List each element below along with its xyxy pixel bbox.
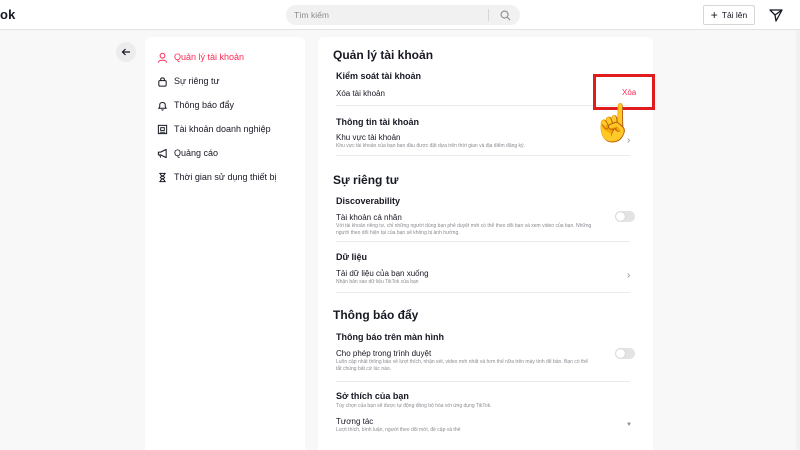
inbox-button[interactable] bbox=[769, 8, 783, 22]
chevron-right-icon[interactable]: › bbox=[627, 270, 630, 281]
pointing-hand-icon: ☝️ bbox=[591, 102, 636, 143]
group-title-discoverability: Discoverability bbox=[336, 196, 401, 206]
user-icon bbox=[156, 51, 168, 63]
arrow-left-icon bbox=[121, 48, 130, 56]
sidebar-item-screen-time[interactable]: Thời gian sử dụng thiết bị bbox=[145, 165, 305, 189]
bell-icon bbox=[156, 99, 168, 111]
back-button[interactable] bbox=[116, 42, 136, 62]
interactions-description: Lượt thích, bình luận, người theo dõi mớ… bbox=[336, 427, 461, 433]
search-box bbox=[286, 5, 520, 25]
top-bar: ok + Tải lên bbox=[0, 0, 800, 30]
sidebar-item-account[interactable]: Quản lý tài khoản bbox=[145, 45, 305, 69]
region-label[interactable]: Khu vực tài khoản bbox=[336, 133, 401, 142]
search-input[interactable] bbox=[294, 5, 489, 25]
settings-sidebar: Quản lý tài khoản Sự riêng tư Thông báo … bbox=[145, 37, 305, 450]
section-title-account: Quản lý tài khoản bbox=[333, 48, 434, 62]
sidebar-item-label: Quảng cáo bbox=[174, 148, 219, 158]
group-title-info: Thông tin tài khoản bbox=[336, 117, 419, 127]
private-account-toggle[interactable] bbox=[615, 211, 635, 222]
browser-notifications-label: Cho phép trong trình duyệt bbox=[336, 349, 432, 358]
sidebar-item-label: Thời gian sử dụng thiết bị bbox=[174, 172, 277, 182]
caret-down-icon[interactable]: ▼ bbox=[626, 422, 632, 428]
divider bbox=[336, 241, 630, 242]
hourglass-icon bbox=[156, 171, 168, 183]
divider bbox=[336, 381, 630, 382]
divider bbox=[336, 155, 630, 156]
private-account-description: Với tài khoản riêng tư, chỉ những người … bbox=[336, 223, 592, 236]
browser-notifications-description: Luôn cập nhật thông báo về lượt thích, n… bbox=[336, 359, 588, 372]
sidebar-item-label: Quản lý tài khoản bbox=[174, 52, 245, 62]
sidebar-item-push[interactable]: Thông báo đẩy bbox=[145, 93, 305, 117]
group-title-control: Kiểm soát tài khoản bbox=[336, 71, 422, 81]
browser-notifications-toggle[interactable] bbox=[615, 348, 635, 359]
sidebar-item-label: Tài khoản doanh nghiệp bbox=[174, 124, 271, 134]
download-data-description: Nhận bản sao dữ liệu TikTok của bạn bbox=[336, 279, 419, 285]
business-icon bbox=[156, 123, 168, 135]
interactions-label[interactable]: Tương tác bbox=[336, 417, 373, 426]
sidebar-item-label: Sự riêng tư bbox=[174, 76, 220, 86]
group-title-data: Dữ liệu bbox=[336, 252, 368, 262]
divider bbox=[336, 292, 630, 293]
sidebar-item-business[interactable]: Tài khoản doanh nghiệp bbox=[145, 117, 305, 141]
section-title-privacy: Sự riêng tư bbox=[333, 173, 399, 187]
private-account-label: Tài khoản cá nhân bbox=[336, 213, 402, 222]
megaphone-icon bbox=[156, 147, 168, 159]
lock-icon bbox=[156, 75, 168, 87]
download-data-label[interactable]: Tải dữ liệu của bạn xuống bbox=[336, 269, 429, 278]
section-title-push: Thông báo đẩy bbox=[333, 308, 419, 322]
search-button[interactable] bbox=[495, 6, 515, 24]
preferences-description: Tùy chọn của bạn sẽ được tự động đồng bộ… bbox=[336, 403, 492, 409]
sidebar-item-privacy[interactable]: Sự riêng tư bbox=[145, 69, 305, 93]
delete-account-label: Xóa tài khoản bbox=[336, 89, 385, 98]
divider bbox=[336, 105, 630, 106]
region-description: Khu vực tài khoản của bạn ban đầu được đ… bbox=[336, 143, 525, 149]
search-icon bbox=[500, 10, 510, 20]
group-title-screen: Thông báo trên màn hình bbox=[336, 332, 444, 342]
logo[interactable]: ok bbox=[0, 7, 16, 22]
send-icon bbox=[769, 9, 783, 22]
upload-label: Tải lên bbox=[721, 10, 748, 20]
sidebar-item-ads[interactable]: Quảng cáo bbox=[145, 141, 305, 165]
sidebar-item-label: Thông báo đẩy bbox=[174, 100, 235, 110]
upload-button[interactable]: + Tải lên bbox=[703, 5, 755, 25]
group-title-preferences: Sở thích của bạn bbox=[336, 391, 409, 401]
scrollbar[interactable] bbox=[796, 30, 800, 450]
plus-icon: + bbox=[710, 8, 718, 22]
search-divider bbox=[488, 9, 489, 21]
